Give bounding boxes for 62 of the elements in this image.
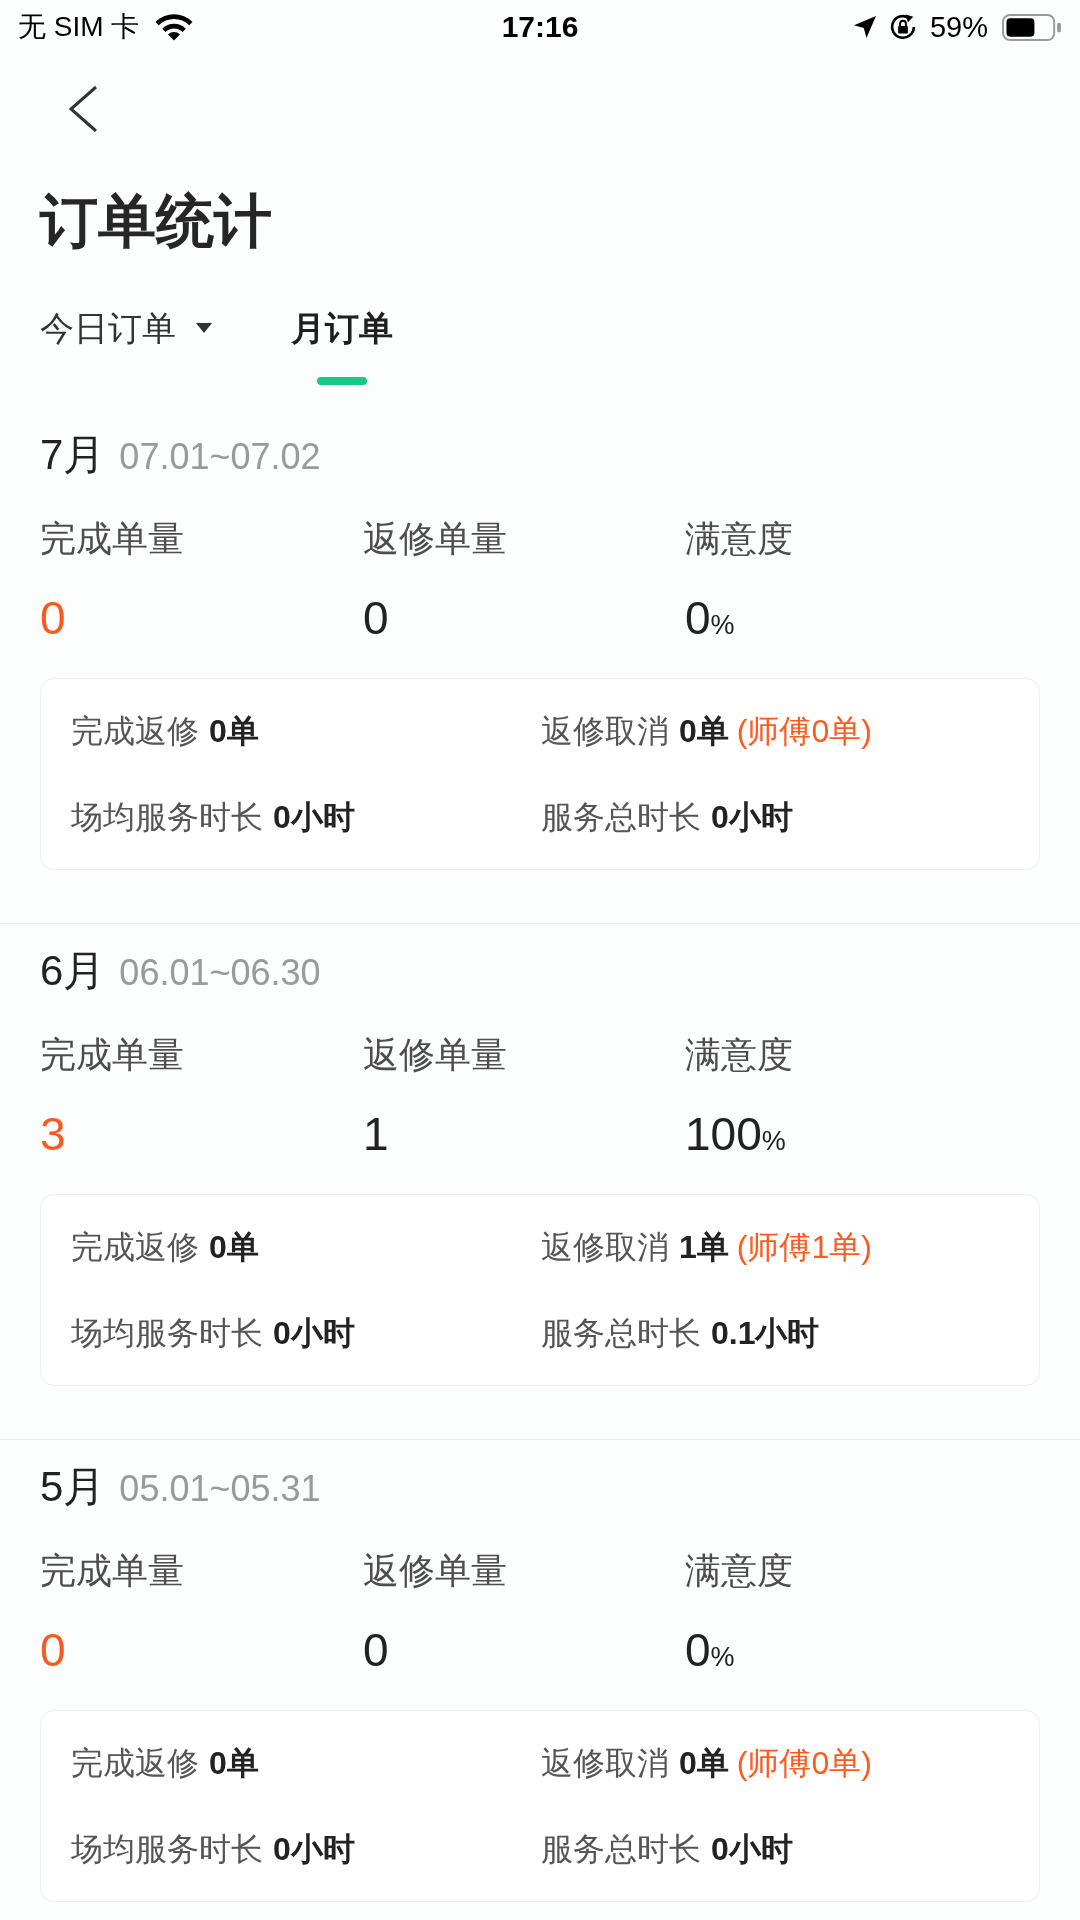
- detail-label: 场均服务时长: [71, 1314, 263, 1353]
- stat-value: 0: [40, 1623, 66, 1678]
- tab[interactable]: 月订单: [291, 308, 393, 385]
- stat-label: 满意度: [685, 1033, 793, 1077]
- stat-value: 3: [40, 1107, 66, 1162]
- stat-value: 0%: [685, 1623, 735, 1678]
- detail-value: 1单: [679, 1228, 729, 1267]
- detail-value: 0小时: [273, 798, 355, 837]
- detail-note: (师傅1单): [736, 1228, 872, 1267]
- battery-icon: [1002, 13, 1062, 41]
- detail-label: 完成返修: [71, 1228, 199, 1267]
- detail-value: 0单: [679, 712, 729, 751]
- detail-label: 完成返修: [71, 1744, 199, 1783]
- stat-label: 返修单量: [363, 1549, 507, 1593]
- stat-label: 完成单量: [40, 1549, 184, 1593]
- stat-value: 0: [363, 591, 389, 646]
- stat-value: 0: [40, 591, 66, 646]
- detail-label: 服务总时长: [541, 1314, 701, 1353]
- detail-label: 场均服务时长: [71, 1830, 263, 1869]
- stat-label: 返修单量: [363, 517, 507, 561]
- battery-percent: 59%: [929, 10, 988, 44]
- stat-value: 100%: [685, 1107, 786, 1162]
- stat-value: 0%: [685, 591, 735, 646]
- chevron-left-icon: [66, 85, 98, 133]
- detail-label: 返修取消: [541, 1744, 669, 1783]
- detail-note: (师傅0单): [736, 712, 872, 751]
- tab[interactable]: 今日订单: [40, 308, 212, 385]
- detail-label: 完成返修: [71, 712, 199, 751]
- detail-label: 服务总时长: [541, 798, 701, 837]
- date-range: 07.01~07.02: [119, 435, 321, 479]
- detail-value: 0小时: [711, 798, 793, 837]
- page-title: 订单统计: [40, 189, 272, 253]
- carrier-label: 无 SIM 卡: [18, 10, 140, 44]
- detail-label: 返修取消: [541, 712, 669, 751]
- stat-label: 完成单量: [40, 1033, 184, 1077]
- detail-value: 0单: [209, 1228, 259, 1267]
- detail-value: 0单: [209, 1744, 259, 1783]
- date-range: 05.01~05.31: [119, 1467, 321, 1511]
- detail-value: 0小时: [711, 1830, 793, 1869]
- detail-value: 0小时: [273, 1314, 355, 1353]
- rotation-lock-icon: [889, 14, 916, 40]
- month-title: 6月: [40, 947, 106, 995]
- detail-value: 0.1小时: [711, 1314, 820, 1353]
- date-range: 06.01~06.30: [119, 951, 321, 995]
- stat-label: 满意度: [685, 517, 793, 561]
- location-arrow-icon: [853, 16, 876, 38]
- stat-label: 满意度: [685, 1549, 793, 1593]
- detail-note: (师傅0单): [736, 1744, 872, 1783]
- detail-value: 0小时: [273, 1830, 355, 1869]
- stat-value: 1: [363, 1107, 389, 1162]
- stat-value: 0: [363, 1623, 389, 1678]
- detail-label: 服务总时长: [541, 1830, 701, 1869]
- month-title: 7月: [40, 431, 106, 479]
- status-time: 17:16: [501, 9, 579, 45]
- detail-value: 0单: [679, 1744, 729, 1783]
- stat-label: 完成单量: [40, 517, 184, 561]
- detail-label: 场均服务时长: [71, 798, 263, 837]
- month-title: 5月: [40, 1463, 106, 1511]
- wifi-icon: [155, 13, 194, 41]
- detail-label: 返修取消: [541, 1228, 669, 1267]
- detail-value: 0单: [209, 712, 259, 751]
- stat-label: 返修单量: [363, 1033, 507, 1077]
